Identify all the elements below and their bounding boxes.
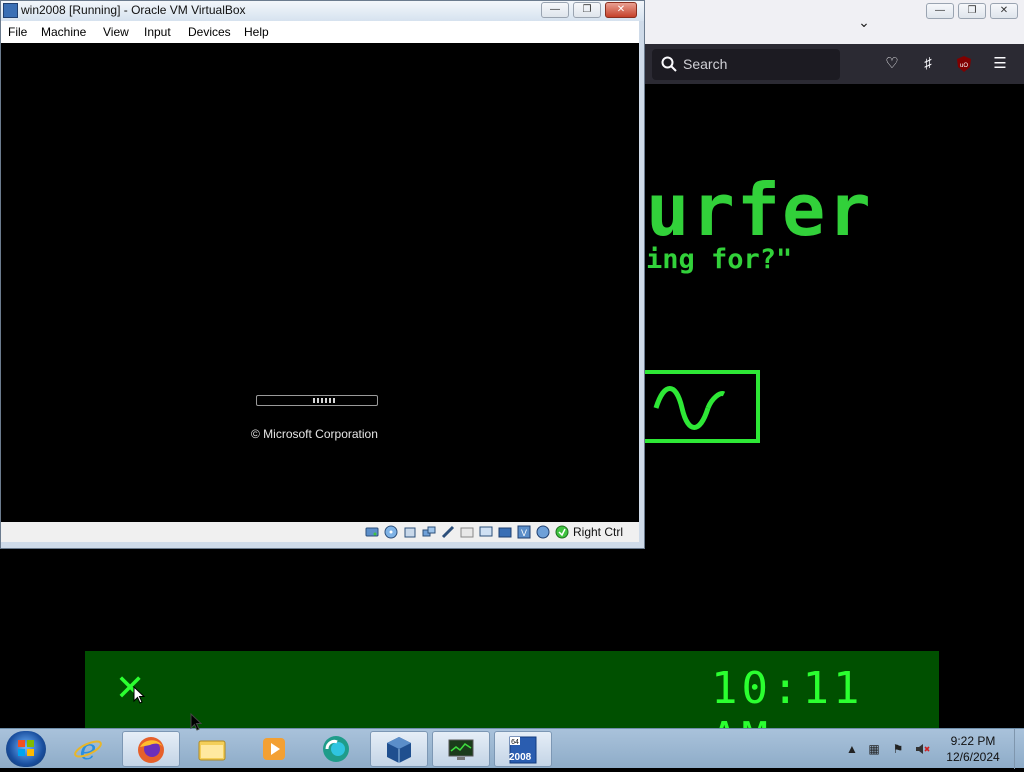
firefox-search-box[interactable]: Search (652, 49, 840, 80)
taskbar-windows-explorer[interactable] (184, 731, 242, 767)
vb-minimize-button[interactable]: — (541, 2, 569, 18)
windows-taskbar: e 64 2008 ▲ ▦ ⚑ 9:22 PM 12/6/2024 (0, 728, 1024, 769)
taskbar-media-player[interactable] (246, 731, 304, 767)
virtualbox-app-icon (3, 3, 18, 18)
svg-text:64: 64 (511, 739, 519, 746)
menu-file[interactable]: File (8, 25, 27, 39)
hard-disk-icon[interactable] (365, 525, 379, 539)
firefox-nav-bar: Search ♡ ♯ uO ☰ (640, 44, 1024, 84)
clock-screensaver-bar: ✕ 10:11 AM (85, 651, 939, 764)
vb-window-border-bottom (1, 542, 644, 548)
network-tray-icon[interactable]: ▦ (866, 741, 882, 757)
virtualbox-title-bar[interactable]: win2008 [Running] - Oracle VM VirtualBox… (1, 1, 644, 21)
windows-logo-icon (18, 740, 34, 756)
page-subtitle-fragment: ing for?" (646, 244, 793, 275)
volume-muted-icon[interactable] (914, 741, 930, 757)
clock-date: 12/6/2024 (946, 750, 1000, 764)
vm-guest-display[interactable]: © Microsoft Corporation (1, 43, 639, 522)
search-button[interactable] (640, 370, 760, 443)
firefox-page-content: urfer ing for?" (640, 84, 1024, 540)
firefox-restore-button[interactable]: ❐ (958, 3, 986, 19)
vb-window-border (639, 21, 644, 548)
mouse-pointer-shadow-icon (190, 713, 202, 731)
taskbar-clock[interactable]: 9:22 PM 12/6/2024 (936, 733, 1010, 765)
usb-icon[interactable] (441, 525, 455, 539)
vm-badge-label: 2008 (509, 752, 532, 763)
virtualbox-status-bar: V Right Ctrl (1, 522, 639, 542)
page-title-fragment: urfer (646, 168, 873, 252)
boot-progress-bar (256, 395, 378, 406)
taskbar-edge[interactable] (308, 731, 366, 767)
taskbar-internet-explorer[interactable]: e (60, 731, 118, 767)
virtualization-icon[interactable]: V (517, 525, 531, 539)
extensions-icon[interactable]: ♯ (918, 54, 938, 74)
menu-help[interactable]: Help (244, 25, 269, 39)
show-desktop-button[interactable] (1014, 729, 1024, 769)
firefox-minimize-button[interactable]: — (926, 3, 954, 19)
firefox-close-button[interactable]: ✕ (990, 3, 1018, 19)
guest-copyright-text: © Microsoft Corporation (251, 427, 378, 441)
video-capture-icon[interactable] (498, 525, 512, 539)
menu-input[interactable]: Input (144, 25, 171, 39)
svg-text:e: e (80, 734, 97, 764)
search-icon (661, 56, 677, 72)
shared-folders-icon[interactable] (460, 525, 474, 539)
svg-text:V: V (521, 528, 527, 538)
clock-time: 9:22 PM (950, 734, 996, 748)
sine-wave-icon (653, 386, 726, 430)
taskbar-win2008-vm[interactable]: 64 2008 (494, 731, 552, 767)
ublock-origin-icon[interactable]: uO (954, 54, 974, 74)
display-icon[interactable] (479, 525, 493, 539)
vb-restore-button[interactable]: ❐ (573, 2, 601, 18)
virtualbox-window: win2008 [Running] - Oracle VM VirtualBox… (0, 0, 645, 549)
menu-devices[interactable]: Devices (188, 25, 231, 39)
taskbar-virtualbox[interactable] (370, 731, 428, 767)
search-placeholder: Search (683, 56, 728, 72)
svg-text:uO: uO (960, 63, 968, 69)
ie-icon: e (74, 734, 102, 764)
vb-close-button[interactable]: ✕ (605, 2, 637, 18)
optical-drive-icon[interactable] (384, 525, 398, 539)
network-icon[interactable] (422, 525, 436, 539)
show-hidden-icons-arrow-icon[interactable]: ▲ (844, 741, 860, 757)
taskbar-task-manager[interactable] (432, 731, 490, 767)
monitor-icon (448, 739, 474, 760)
media-player-icon (263, 738, 285, 760)
virtualbox-menu-bar: File Machine View Input Devices Help (1, 21, 639, 43)
list-all-tabs-chevron-icon[interactable]: ⌄ (854, 12, 874, 32)
audio-icon[interactable] (403, 525, 417, 539)
start-button[interactable] (6, 731, 46, 767)
virtualbox-icon (387, 737, 411, 763)
host-key-label: Right Ctrl (573, 525, 624, 539)
edge-icon (323, 736, 349, 762)
mouse-pointer-icon (133, 686, 145, 704)
menu-machine[interactable]: Machine (41, 25, 86, 39)
menu-hamburger-icon[interactable]: ☰ (990, 54, 1010, 74)
menu-view[interactable]: View (103, 25, 129, 39)
firefox-window: ⌄ — ❐ ✕ Search ♡ ♯ uO ☰ urfer ing for?" (640, 0, 1024, 540)
virtualbox-window-title: win2008 [Running] - Oracle VM VirtualBox (21, 3, 246, 17)
keyboard-capture-icon[interactable] (555, 525, 569, 539)
taskbar-firefox[interactable] (122, 731, 180, 767)
firefox-icon (138, 737, 164, 763)
pocket-icon[interactable]: ♡ (882, 54, 902, 74)
mouse-integration-icon[interactable] (536, 525, 550, 539)
firefox-tab-bar: ⌄ — ❐ ✕ (640, 0, 1024, 44)
folder-icon (198, 740, 226, 761)
action-center-flag-icon[interactable]: ⚑ (890, 741, 906, 757)
